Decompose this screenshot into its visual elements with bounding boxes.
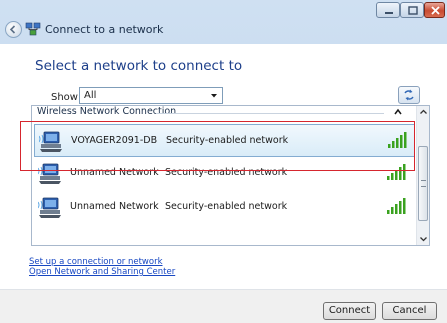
network-security: Security-enabled network <box>165 201 288 212</box>
back-icon <box>9 25 16 34</box>
show-filter-select[interactable]: All <box>79 87 223 104</box>
minimize-icon <box>385 12 393 14</box>
sharing-center-link[interactable]: Open Network and Sharing Center <box>29 267 175 277</box>
connect-button[interactable]: Connect <box>323 302 376 320</box>
network-row-unnamed-2[interactable]: Unnamed Network Security-enabled network <box>34 191 415 224</box>
scrollbar-grip <box>421 180 426 187</box>
page-heading: Select a network to connect to <box>35 58 243 74</box>
wireless-network-icon <box>38 197 61 218</box>
title-bar: Connect to a network <box>0 0 447 44</box>
back-button[interactable] <box>5 21 22 38</box>
refresh-icon <box>404 89 414 101</box>
scroll-up-icon[interactable] <box>417 106 430 118</box>
network-icon <box>25 22 41 36</box>
scrollbar-thumb[interactable] <box>418 146 428 221</box>
maximize-icon <box>408 6 418 15</box>
group-header[interactable]: Wireless Network Connection <box>32 106 416 119</box>
links-section: Set up a connection or network Open Netw… <box>29 257 175 277</box>
group-divider <box>156 113 384 114</box>
close-button[interactable] <box>424 2 445 18</box>
network-ssid: Unnamed Network <box>70 201 159 212</box>
signal-strength-icon <box>387 198 406 214</box>
chevron-up-icon[interactable] <box>394 108 402 116</box>
group-header-label: Wireless Network Connection <box>37 106 177 117</box>
scroll-down-icon[interactable] <box>417 233 430 245</box>
window-title: Connect to a network <box>45 23 164 36</box>
list-scrollbar[interactable] <box>416 106 430 245</box>
refresh-button[interactable] <box>398 86 420 104</box>
connect-to-network-window: Connect to a network Select a network to… <box>0 0 447 323</box>
setup-connection-link[interactable]: Set up a connection or network <box>29 257 175 267</box>
show-filter-value: All <box>84 90 97 101</box>
footer-bar: Connect Cancel <box>0 289 447 323</box>
minimize-button[interactable] <box>376 2 400 18</box>
chevron-down-icon <box>211 94 217 98</box>
cancel-button[interactable]: Cancel <box>382 302 437 320</box>
show-label: Show <box>51 92 78 103</box>
selection-highlight <box>20 121 415 171</box>
maximize-button[interactable] <box>400 2 424 18</box>
close-icon <box>431 6 440 15</box>
